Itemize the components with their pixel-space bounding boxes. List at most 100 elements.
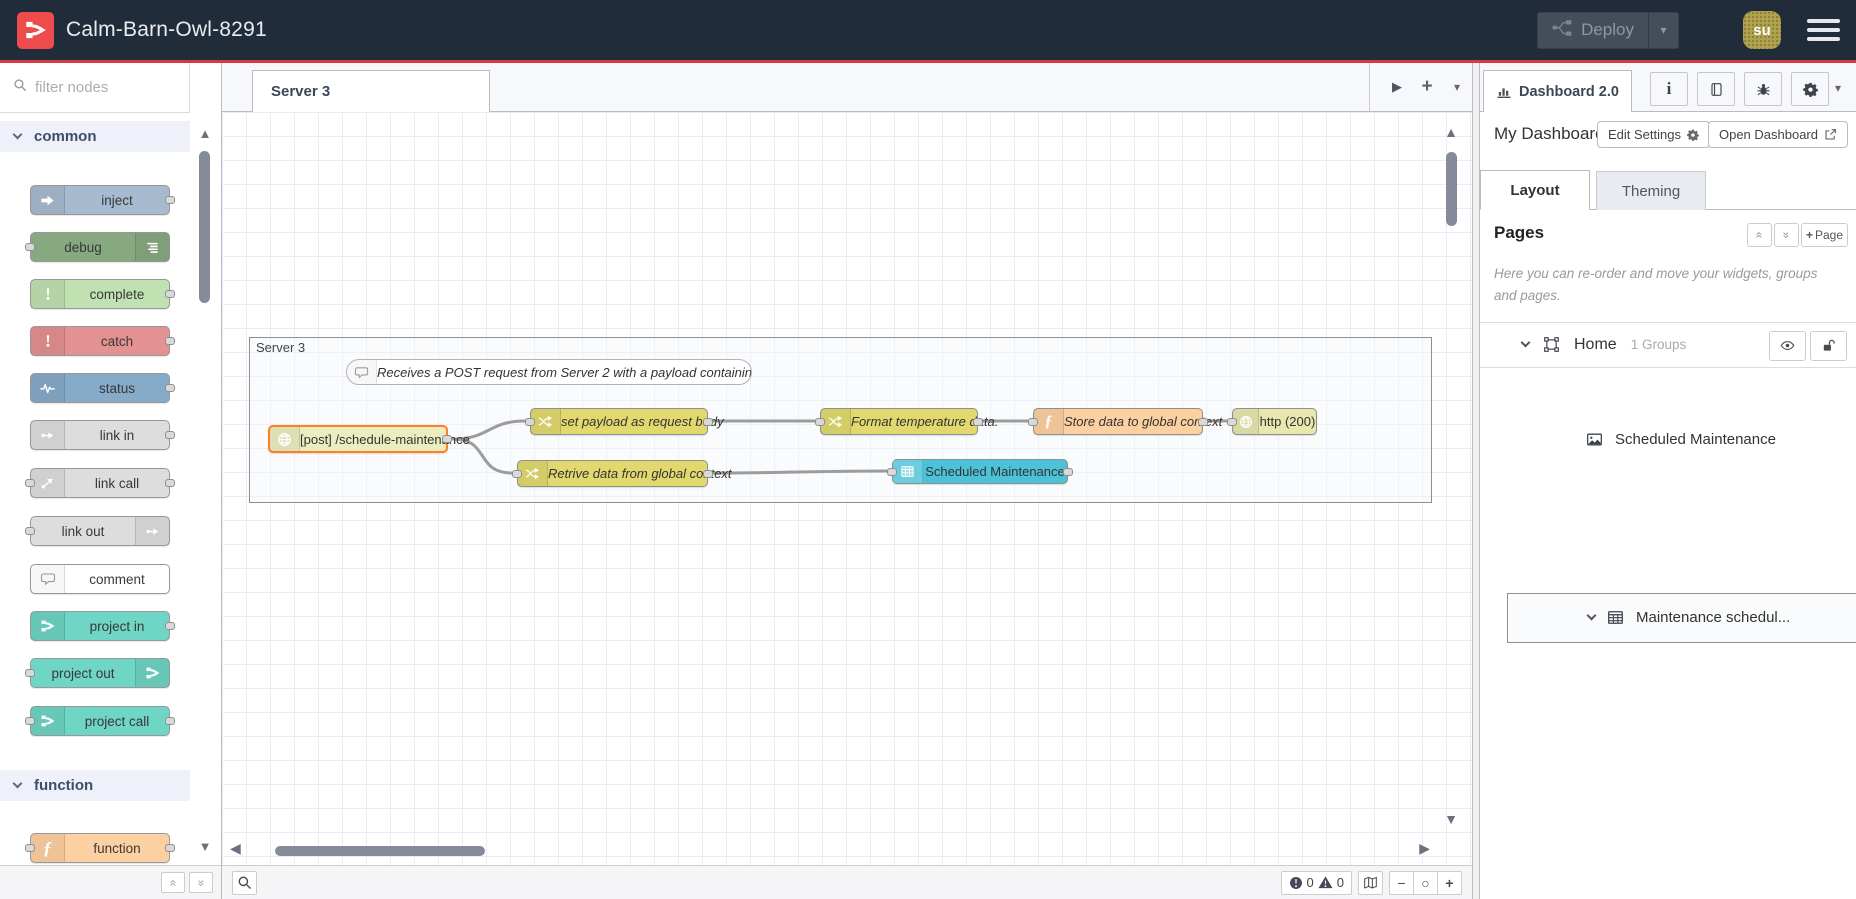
vertical-scrollbar-thumb[interactable] [1446,152,1457,226]
image-widget-icon [1587,433,1602,446]
palette-node-link-call[interactable]: link call [25,468,175,498]
horizontal-scrollbar-thumb[interactable] [275,846,485,856]
palette-category-function[interactable]: function [0,770,190,801]
function-icon: ƒ [31,834,65,862]
config-nodes-button[interactable] [1791,72,1829,106]
tab-scroll-right-icon[interactable]: ▶ [1382,79,1412,95]
pages-help-text: Here you can re-order and move your widg… [1494,266,1818,304]
tree-row-group-maintenance[interactable]: Maintenance schedul... 1 Widgets [1507,592,1856,643]
canvas-search-button[interactable] [232,870,257,895]
palette-search[interactable] [0,63,190,113]
palette-node-link-in[interactable]: link in [30,420,175,450]
scroll-up-icon[interactable]: ▲ [1444,124,1458,140]
page-frame-icon [1544,337,1559,352]
page-name: Home [1574,335,1617,353]
navigator-button[interactable] [1358,870,1383,895]
node-label: http (200) [1259,414,1316,429]
link-icon [31,421,65,449]
palette-category-common[interactable]: common [0,121,190,152]
tree-row-widget-scheduled-maintenance[interactable]: Scheduled Maintenance [1480,418,1856,462]
add-flow-button[interactable]: + [1412,76,1442,98]
scroll-down-icon[interactable]: ▼ [1444,811,1458,827]
flow-node-ui-table[interactable]: Scheduled Maintenance [887,459,1073,484]
flow-node-store-global[interactable]: ƒ Store data to global context [1028,408,1222,435]
palette-node-label: status [98,380,136,396]
flow-list-button[interactable]: ▾ [1442,80,1472,94]
flow-node-retrieve-global[interactable]: Retrive data from global context [512,460,732,487]
output-port [165,431,175,439]
flow-status-indicator[interactable]: 0 0 [1280,870,1352,895]
add-page-button[interactable]: + Page [1801,223,1848,247]
help-docs-button[interactable] [1697,72,1735,106]
palette-node-inject[interactable]: inject [30,185,175,215]
lock-toggle-button[interactable] [1810,330,1847,361]
palette-node-comment[interactable]: comment [30,564,170,594]
sidebar-splitter[interactable] [1472,63,1480,899]
collapse-all-button[interactable]: « [1747,223,1772,247]
main-menu-button[interactable] [1807,19,1840,41]
output-port [442,435,452,443]
plus-icon: + [1805,228,1813,242]
deploy-options-button[interactable]: ▾ [1648,12,1678,48]
palette-collapse-categories-button[interactable]: « [161,872,185,893]
scroll-up-icon[interactable]: ▲ [199,127,212,140]
palette-node-project-out[interactable]: project out [25,658,170,688]
output-port [1063,467,1073,476]
palette-scrollbar-thumb[interactable] [199,151,210,303]
input-port [25,479,35,487]
header: Calm-Barn-Owl-8291 Deploy ▾ su [0,0,1856,60]
palette-filter-input[interactable] [35,79,170,96]
open-dashboard-label: Open Dashboard [1718,127,1818,142]
zoom-in-button[interactable]: + [1437,870,1462,895]
user-avatar[interactable]: su [1743,11,1781,49]
tab-theming[interactable]: Theming [1596,171,1706,210]
scroll-left-icon[interactable]: ◀ [230,840,241,857]
palette-node-catch[interactable]: catch [30,326,175,356]
inject-icon [31,186,65,214]
exclamation-icon [31,280,65,308]
zoom-out-button[interactable]: − [1389,870,1414,895]
palette-node-debug[interactable]: debug [25,232,170,262]
debug-sidebar-button[interactable] [1744,72,1782,106]
open-dashboard-button[interactable]: Open Dashboard [1707,121,1848,148]
flow-node-format-temperature[interactable]: Format temperature data. [815,408,998,435]
palette-node-status[interactable]: status [30,373,175,403]
palette-expand-categories-button[interactable]: » [189,872,213,893]
flow-tab-server-3[interactable]: Server 3 [252,70,490,112]
eye-icon [1780,341,1795,351]
expand-all-button[interactable]: » [1774,223,1799,247]
change-shuffle-icon [518,461,548,486]
tree-row-page-home[interactable]: Home 1 Groups [1480,321,1856,368]
visibility-toggle-button[interactable] [1769,330,1806,361]
deploy-button[interactable]: Deploy ▾ [1537,11,1679,49]
info-button[interactable]: i [1650,72,1688,106]
flow-node-set-payload[interactable]: set payload as request body [525,408,724,435]
zoom-reset-button[interactable]: ○ [1413,870,1438,895]
palette-node-project-in[interactable]: project in [30,611,175,641]
tab-layout[interactable]: Layout [1480,170,1590,210]
edit-settings-button[interactable]: Edit Settings [1597,121,1710,148]
scroll-down-icon[interactable]: ▼ [199,840,212,853]
sidebar-tab-dashboard[interactable]: Dashboard 2.0 [1483,70,1632,112]
exclamation-icon [31,327,65,355]
scroll-right-icon[interactable]: ▶ [1419,840,1430,857]
flow-node-http-in[interactable]: [post] /schedule-maintenance [268,425,470,453]
output-port [703,417,713,426]
palette-node-label: link out [61,523,105,539]
table-icon [893,460,923,483]
palette-node-label: catch [100,333,134,349]
info-icon: i [1666,79,1672,98]
change-shuffle-icon [531,409,561,434]
input-port [887,467,897,476]
chevron-down-icon [12,129,23,140]
sidebar-options-icon[interactable]: ▾ [1835,81,1841,95]
sidebar-tab-bar: Dashboard 2.0 i ▾ [1480,63,1856,112]
palette-node-function[interactable]: ƒ function [25,833,175,863]
flow-node-http-response[interactable]: http (200) [1227,408,1317,435]
flow-node-comment[interactable]: Receives a POST request from Server 2 wi… [346,359,752,385]
palette-node-link-out[interactable]: link out [25,516,170,546]
dashboard-header: My Dashboard Edit Settings Open Dashboar… [1480,112,1856,159]
palette-node-complete[interactable]: complete [30,279,175,309]
flow-canvas[interactable]: Server 3 Receives a POST request from Se… [222,112,1472,865]
palette-node-project-call[interactable]: project call [25,706,175,736]
